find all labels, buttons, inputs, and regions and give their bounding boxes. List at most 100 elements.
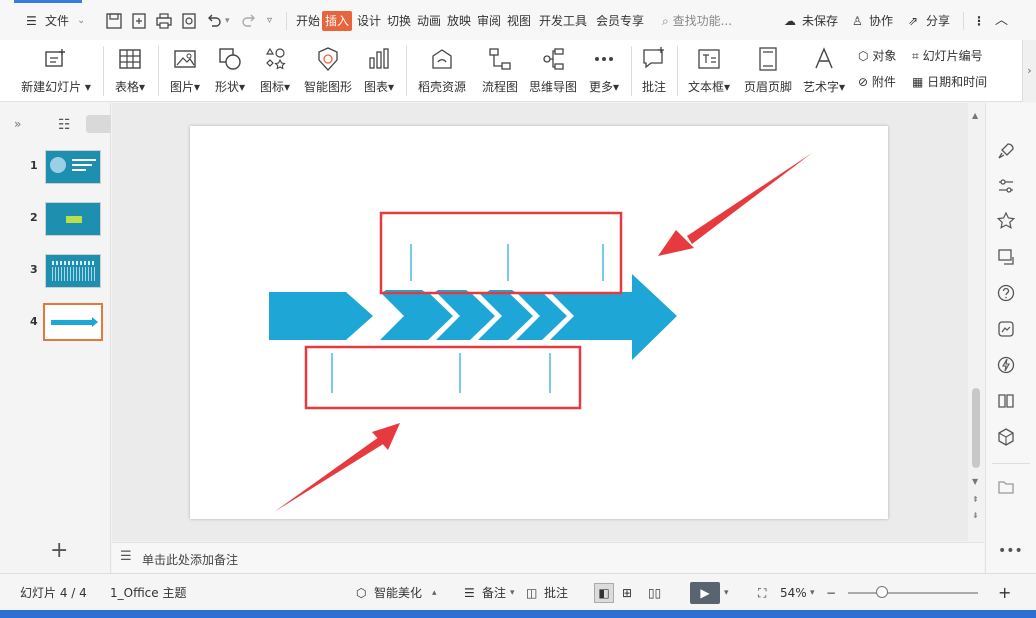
attachment-button[interactable]: ⊘ 附件 (858, 72, 896, 92)
wordart-button[interactable]: 艺术字▾ (800, 44, 848, 98)
previous-slide-icon[interactable]: ⇞ (972, 495, 979, 504)
zoom-in-icon[interactable]: + (998, 584, 1011, 602)
unsaved-status[interactable]: 未保存 (802, 11, 838, 31)
tab-design[interactable]: 设计 (356, 11, 382, 31)
smart-beautify-button[interactable]: 智能美化 (374, 584, 422, 602)
print-icon[interactable] (155, 12, 173, 30)
datetime-button[interactable]: ▦ 日期和时间 (912, 72, 987, 92)
ribbon-scroll-right-icon[interactable]: › (1022, 40, 1036, 102)
chart-button[interactable]: 图表▾ (360, 44, 398, 98)
folder-icon[interactable] (996, 477, 1016, 497)
zoom-slider-handle[interactable] (876, 586, 888, 598)
notes-button[interactable]: 备注 (482, 584, 506, 602)
adjust-icon[interactable] (996, 176, 1016, 196)
current-slide[interactable] (190, 126, 888, 519)
slide-thumbnail-1[interactable] (45, 150, 101, 184)
zoom-slider-track[interactable] (848, 592, 978, 594)
divider (286, 12, 287, 30)
shape-button[interactable]: 形状▾ (210, 44, 250, 98)
slide-thumbnail-4[interactable] (43, 303, 103, 341)
undo-dropdown-icon[interactable]: ▾ (225, 11, 230, 31)
slide-sorter-icon[interactable]: ⊞ (622, 584, 632, 602)
notes-placeholder[interactable]: 单击此处添加备注 (142, 551, 238, 568)
lightning-icon[interactable] (996, 355, 1016, 375)
redo-icon[interactable] (240, 12, 258, 30)
tab-developer[interactable]: 开发工具 (538, 11, 588, 31)
fit-window-icon[interactable]: ⛶ (758, 584, 766, 602)
smart-shape-button[interactable]: 智能图形 (302, 44, 354, 98)
table-icon (119, 49, 141, 69)
collapse-ribbon-icon[interactable]: ︿ (995, 11, 1008, 31)
more-tools-icon[interactable]: ••• (998, 543, 1023, 559)
star-icon[interactable] (996, 211, 1016, 231)
chevron-down-icon[interactable]: ⌄ (77, 11, 85, 31)
box-icon[interactable] (996, 427, 1016, 447)
object-button[interactable]: ⬡ 对象 (858, 46, 896, 66)
file-menu[interactable]: 文件 (45, 11, 69, 31)
slide-thumbnail-panel: » ☷ 1 2 3 4 + (0, 103, 111, 573)
export-pdf-icon[interactable] (130, 12, 148, 30)
expand-panel-icon[interactable]: » (14, 117, 21, 131)
tab-view[interactable]: 视图 (506, 11, 532, 31)
share-button[interactable]: 分享 (926, 11, 950, 31)
transition-icon[interactable] (996, 247, 1016, 267)
more-button[interactable]: 更多▾ (584, 44, 624, 98)
new-slide-button[interactable]: 新建幻灯片 ▾ (20, 44, 92, 98)
comment-toggle-button[interactable]: 批注 (544, 584, 568, 602)
zoom-out-icon[interactable]: − (826, 584, 836, 602)
notes-pane[interactable]: ☰ 单击此处添加备注 (112, 542, 984, 573)
tab-review[interactable]: 审阅 (476, 11, 502, 31)
picture-button[interactable]: 图片▾ (165, 44, 205, 98)
header-footer-button[interactable]: 页眉页脚 (742, 44, 794, 98)
mindmap-button[interactable]: 思维导图 (526, 44, 580, 98)
tab-member[interactable]: 会员专享 (595, 11, 645, 31)
scroll-down-icon[interactable]: ▼ (972, 477, 978, 486)
next-slide-icon[interactable]: ⇟ (972, 511, 979, 520)
outline-view-icon[interactable]: ☷ (58, 117, 71, 133)
undo-icon[interactable] (205, 12, 223, 30)
zoom-level[interactable]: 54% (780, 584, 807, 602)
customize-toolbar-icon[interactable]: ▿ (267, 11, 272, 31)
slide-number-button[interactable]: ⌗ 幻灯片编号 (912, 46, 983, 66)
textbox-button[interactable]: 文本框▾ (684, 44, 734, 98)
scrollbar-thumb[interactable] (972, 388, 980, 468)
reading-view-icon[interactable]: ▯▯ (648, 584, 661, 602)
help-icon[interactable] (996, 283, 1016, 303)
add-slide-icon[interactable]: + (50, 540, 68, 562)
save-icon[interactable] (105, 12, 123, 30)
more-options-icon[interactable]: ⋮ (973, 11, 985, 31)
resources-button[interactable]: 稻壳资源 (414, 44, 470, 98)
vertical-scrollbar[interactable]: ▲ ▼ ⇞ ⇟ (968, 103, 984, 541)
search-box[interactable]: ⌕ 查找功能... (662, 11, 732, 31)
table-button[interactable]: 表格▾ (110, 44, 150, 98)
chart-label: 图表 (363, 80, 388, 94)
gallery-icon[interactable] (996, 319, 1016, 339)
tab-home[interactable]: 开始 (295, 11, 321, 31)
tab-transition[interactable]: 切换 (386, 11, 412, 31)
scroll-up-icon[interactable]: ▲ (972, 111, 978, 120)
tab-slideshow[interactable]: 放映 (446, 11, 472, 31)
theme-name[interactable]: 1_Office 主题 (110, 584, 186, 602)
chevron-up-icon[interactable]: ▴ (432, 584, 437, 602)
hamburger-icon[interactable]: ☰ (26, 11, 37, 31)
collaborate-button[interactable]: 协作 (869, 11, 893, 31)
notes-toggle-icon: ☰ (464, 586, 475, 600)
icon-button[interactable]: 图标▾ (255, 44, 295, 98)
play-slideshow-icon[interactable]: ▶ (690, 582, 720, 604)
flowchart-button[interactable]: 流程图 (478, 44, 522, 98)
zoom-dropdown-icon[interactable]: ▾ (810, 584, 815, 602)
chevron-down-icon[interactable]: ▾ (510, 584, 515, 602)
normal-view-icon[interactable]: ◧ (594, 583, 614, 603)
book-icon[interactable] (996, 391, 1016, 411)
print-preview-icon[interactable] (180, 12, 198, 30)
rocket-icon[interactable] (996, 141, 1016, 161)
smart-shape-label: 智能图形 (303, 80, 352, 94)
slide-thumbnail-3[interactable] (45, 254, 101, 288)
play-options-icon[interactable]: ▾ (724, 584, 729, 602)
comment-button[interactable]: 批注 (636, 44, 672, 98)
tab-animation[interactable]: 动画 (416, 11, 442, 31)
divider (677, 46, 678, 96)
slide-thumbnail-2[interactable] (45, 202, 101, 236)
tab-insert[interactable]: 插入 (322, 11, 353, 31)
thumbnail-view-icon[interactable] (86, 115, 111, 133)
